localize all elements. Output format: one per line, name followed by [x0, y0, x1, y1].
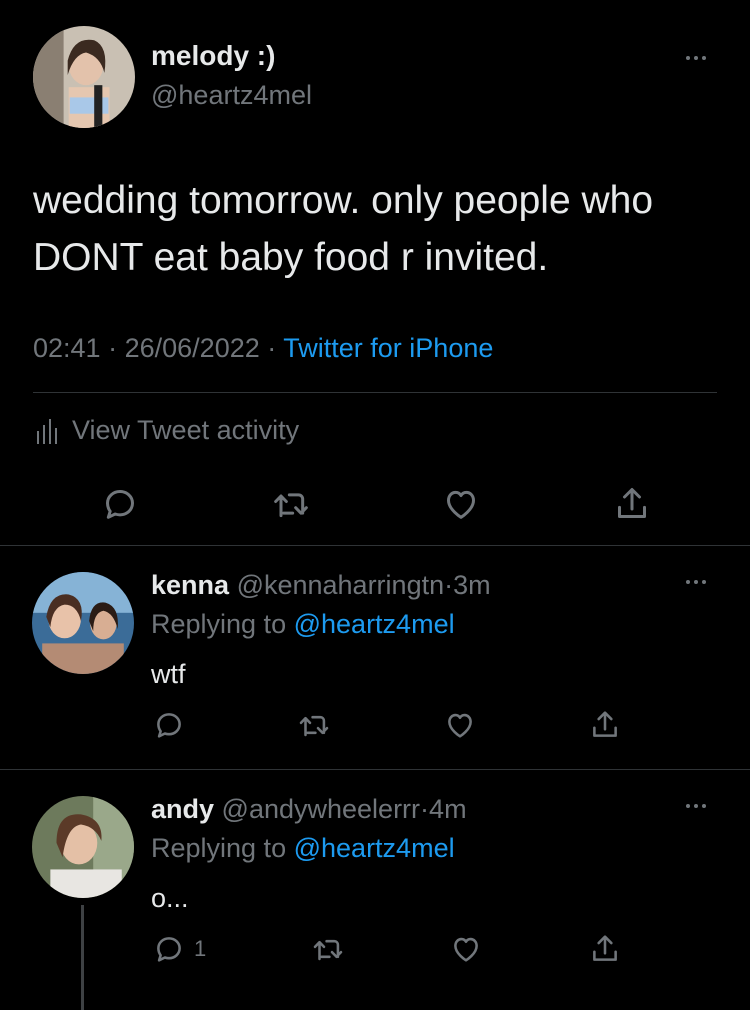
like-icon [447, 713, 472, 738]
author-avatar[interactable] [33, 26, 135, 128]
activity-icon [37, 418, 57, 444]
retweet-button[interactable] [311, 932, 345, 966]
reply-text: o... [151, 883, 189, 913]
reply-time[interactable]: 3m [453, 570, 491, 600]
reply-count: 1 [194, 936, 207, 961]
reply-avatar[interactable] [32, 572, 134, 674]
reply-button[interactable] [152, 708, 186, 742]
share-button[interactable] [588, 708, 622, 742]
reply-icon [106, 490, 134, 519]
reply-handle[interactable]: @andywheelerrr [222, 794, 421, 824]
like-icon [454, 937, 479, 962]
share-icon [593, 711, 617, 737]
mention-link[interactable]: @heartz4mel [294, 833, 455, 863]
reply-separator: · [420, 794, 430, 824]
reply-avatar[interactable] [32, 796, 134, 898]
reply-actions: 1 [152, 932, 622, 966]
share-icon [617, 488, 646, 518]
divider [33, 392, 717, 393]
meta-separator: · [267, 333, 277, 363]
reply-time[interactable]: 4m [429, 794, 467, 824]
tweet-date[interactable]: 26/06/2022 [125, 333, 260, 363]
reply-actions [152, 708, 622, 742]
share-icon [593, 935, 617, 961]
reply-icon [157, 937, 181, 962]
thread-line [81, 905, 84, 1010]
share-button[interactable] [612, 484, 652, 524]
divider [0, 545, 750, 546]
replying-to: Replying to @heartz4mel [151, 609, 455, 640]
reply-separator: · [444, 570, 454, 600]
view-activity-button[interactable]: View Tweet activity [36, 415, 299, 446]
more-icon[interactable] [686, 56, 706, 60]
mention-link[interactable]: @heartz4mel [294, 609, 455, 639]
reply-display-name[interactable]: andy [151, 794, 214, 824]
like-icon [447, 490, 476, 519]
reply-button[interactable]: 1 [152, 932, 206, 966]
replying-prefix: Replying to [151, 833, 287, 863]
retweet-icon [273, 493, 308, 518]
tweet-time[interactable]: 02:41 [33, 333, 101, 363]
share-button[interactable] [588, 932, 622, 966]
replying-to: Replying to @heartz4mel [151, 833, 455, 864]
tweet-actions [100, 484, 652, 524]
reply-display-name[interactable]: kenna [151, 570, 229, 600]
retweet-button[interactable] [297, 708, 331, 742]
reply-handle[interactable]: @kennaharringtn [237, 570, 445, 600]
reply-header: kenna @kennaharringtn·3m [151, 570, 491, 601]
tweet-meta: 02:41 · 26/06/2022 · Twitter for iPhone [33, 333, 493, 364]
like-button[interactable] [443, 708, 477, 742]
like-button[interactable] [449, 932, 483, 966]
reply-icon [157, 713, 181, 738]
reply-button[interactable] [100, 484, 140, 524]
divider [0, 769, 750, 770]
meta-separator: · [108, 333, 118, 363]
retweet-button[interactable] [271, 484, 311, 524]
author-handle[interactable]: @heartz4mel [151, 80, 312, 111]
replying-prefix: Replying to [151, 609, 287, 639]
retweet-icon [300, 715, 329, 737]
author-display-name[interactable]: melody :) [151, 40, 275, 72]
more-icon[interactable] [686, 580, 706, 584]
reply-text: wtf [151, 659, 186, 689]
reply-header: andy @andywheelerrr·4m [151, 794, 467, 825]
like-button[interactable] [441, 484, 481, 524]
retweet-icon [313, 939, 343, 961]
more-icon[interactable] [686, 804, 706, 808]
view-activity-label: View Tweet activity [72, 415, 300, 445]
tweet-source-link[interactable]: Twitter for iPhone [283, 333, 493, 363]
tweet-text: wedding tomorrow. only people who DONT e… [33, 179, 654, 279]
